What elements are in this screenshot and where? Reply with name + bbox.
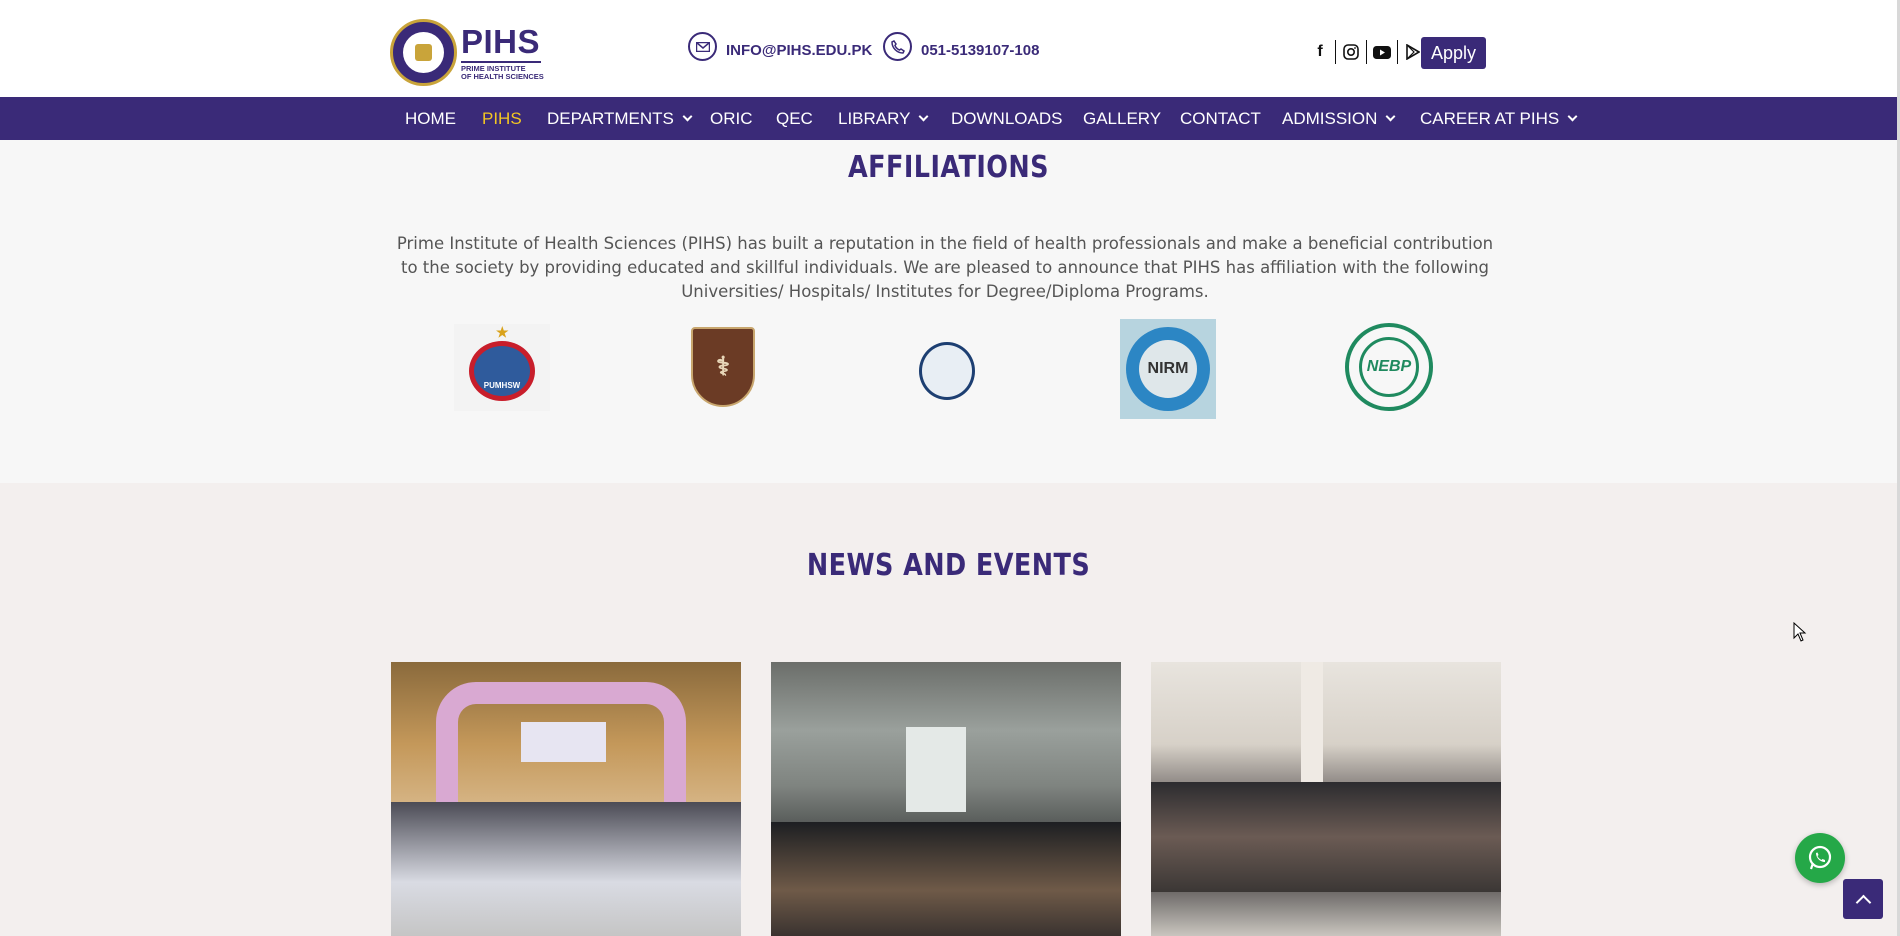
logo-divider <box>461 60 541 63</box>
mouse-cursor-icon <box>1793 622 1807 642</box>
news-card-2[interactable] <box>771 662 1121 936</box>
chevron-down-icon <box>1385 111 1396 122</box>
fg-polyclinic-logo: ⚕ <box>690 325 756 408</box>
nav-departments[interactable]: DEPARTMENTS <box>547 97 693 140</box>
nav-label: ORIC <box>710 108 753 128</box>
nav-label: LIBRARY <box>838 108 911 128</box>
nav-downloads[interactable]: DOWNLOADS <box>951 97 1062 140</box>
mail-icon <box>688 32 717 61</box>
star-icon: ★ <box>496 324 509 340</box>
nirm-logo: NIRM <box>1120 319 1216 419</box>
caduceus-shield-icon: ⚕ <box>691 326 755 407</box>
pumhsw-logo: ★ PUMHSW <box>454 324 550 411</box>
group-photo <box>391 802 741 936</box>
chevron-down-icon <box>682 111 693 122</box>
logo-title: PIHS <box>461 22 541 60</box>
news-card-1[interactable] <box>391 662 741 936</box>
logo-subtitle-2: OF HEALTH SCIENCES <box>461 71 544 81</box>
social-links: f <box>1305 40 1428 64</box>
site-logo[interactable]: PIHS PRIME INSTITUTE OF HEALTH SCIENCES <box>390 19 550 86</box>
news-title: NEWS AND EVENTS <box>806 548 1091 583</box>
phone-text[interactable]: 051-5139107-108 <box>921 42 1039 59</box>
whatsapp-icon <box>1808 845 1832 870</box>
nav-pihs[interactable]: PIHS <box>482 97 522 145</box>
projector-screen <box>906 727 966 812</box>
contact-phone[interactable]: 051-5139107-108 <box>883 32 1039 61</box>
nav-label: QEC <box>776 108 813 128</box>
pumhsw-label: PUMHSW <box>483 380 521 390</box>
nav-home[interactable]: HOME <box>405 97 456 140</box>
top-header: PIHS PRIME INSTITUTE OF HEALTH SCIENCES … <box>0 0 1900 97</box>
event-banner <box>521 722 606 762</box>
phone-icon <box>883 32 912 61</box>
nebp-label: NEBP <box>1359 337 1419 397</box>
nav-label: HOME <box>405 108 456 128</box>
chevron-down-icon <box>1567 111 1578 122</box>
nav-contact[interactable]: CONTACT <box>1180 97 1261 140</box>
nav-label: CAREER AT PIHS <box>1420 108 1560 128</box>
nav-admission[interactable]: ADMISSION <box>1282 97 1396 140</box>
logo-seal-icon <box>390 19 457 86</box>
nebp-logo: NEBP <box>1345 323 1433 411</box>
news-events-section: NEWS AND EVENTS <box>0 483 1897 936</box>
instagram-icon[interactable] <box>1336 40 1366 64</box>
institute-crest-logo <box>911 323 983 410</box>
apply-button[interactable]: Apply <box>1421 37 1486 69</box>
main-nav: HOME PIHS DEPARTMENTS ORIC QEC LIBRARY D… <box>0 97 1897 145</box>
nav-qec[interactable]: QEC <box>776 97 813 140</box>
nav-label: DOWNLOADS <box>951 108 1063 128</box>
affiliations-title: AFFILIATIONS <box>848 150 1049 185</box>
nebp-ring: NEBP <box>1345 323 1433 411</box>
seminar-audience <box>1151 782 1501 892</box>
chevron-up-icon <box>1855 894 1871 910</box>
affiliations-description: Prime Institute of Health Sciences (PIHS… <box>396 234 1494 301</box>
scroll-to-top-button[interactable] <box>1843 879 1883 919</box>
youtube-icon[interactable] <box>1367 40 1397 64</box>
nav-label: DEPARTMENTS <box>547 108 674 128</box>
nav-library[interactable]: LIBRARY <box>838 97 929 140</box>
crest-emblem-icon <box>919 341 975 400</box>
affiliations-section: AFFILIATIONS Prime Institute of Health S… <box>0 140 1897 483</box>
nirm-ring: NIRM <box>1126 327 1210 411</box>
nav-label: ADMISSION <box>1282 108 1378 128</box>
nirm-label: NIRM <box>1139 340 1197 398</box>
nav-label: GALLERY <box>1083 108 1162 128</box>
contact-email[interactable]: INFO@PIHS.EDU.PK <box>688 32 872 61</box>
nav-label: CONTACT <box>1180 108 1261 128</box>
pumhsw-emblem: PUMHSW <box>469 340 535 401</box>
whatsapp-chat-button[interactable] <box>1795 833 1845 883</box>
nav-career[interactable]: CAREER AT PIHS <box>1420 97 1578 140</box>
chevron-down-icon <box>919 111 929 122</box>
nav-label: PIHS <box>482 108 522 128</box>
logo-text: PIHS PRIME INSTITUTE OF HEALTH SCIENCES <box>461 22 544 81</box>
news-card-3[interactable] <box>1151 662 1501 936</box>
nav-oric[interactable]: ORIC <box>710 97 753 140</box>
classroom-desks <box>771 822 1121 936</box>
email-text[interactable]: INFO@PIHS.EDU.PK <box>726 42 872 59</box>
nav-gallery[interactable]: GALLERY <box>1083 97 1161 140</box>
facebook-icon[interactable]: f <box>1305 40 1335 64</box>
